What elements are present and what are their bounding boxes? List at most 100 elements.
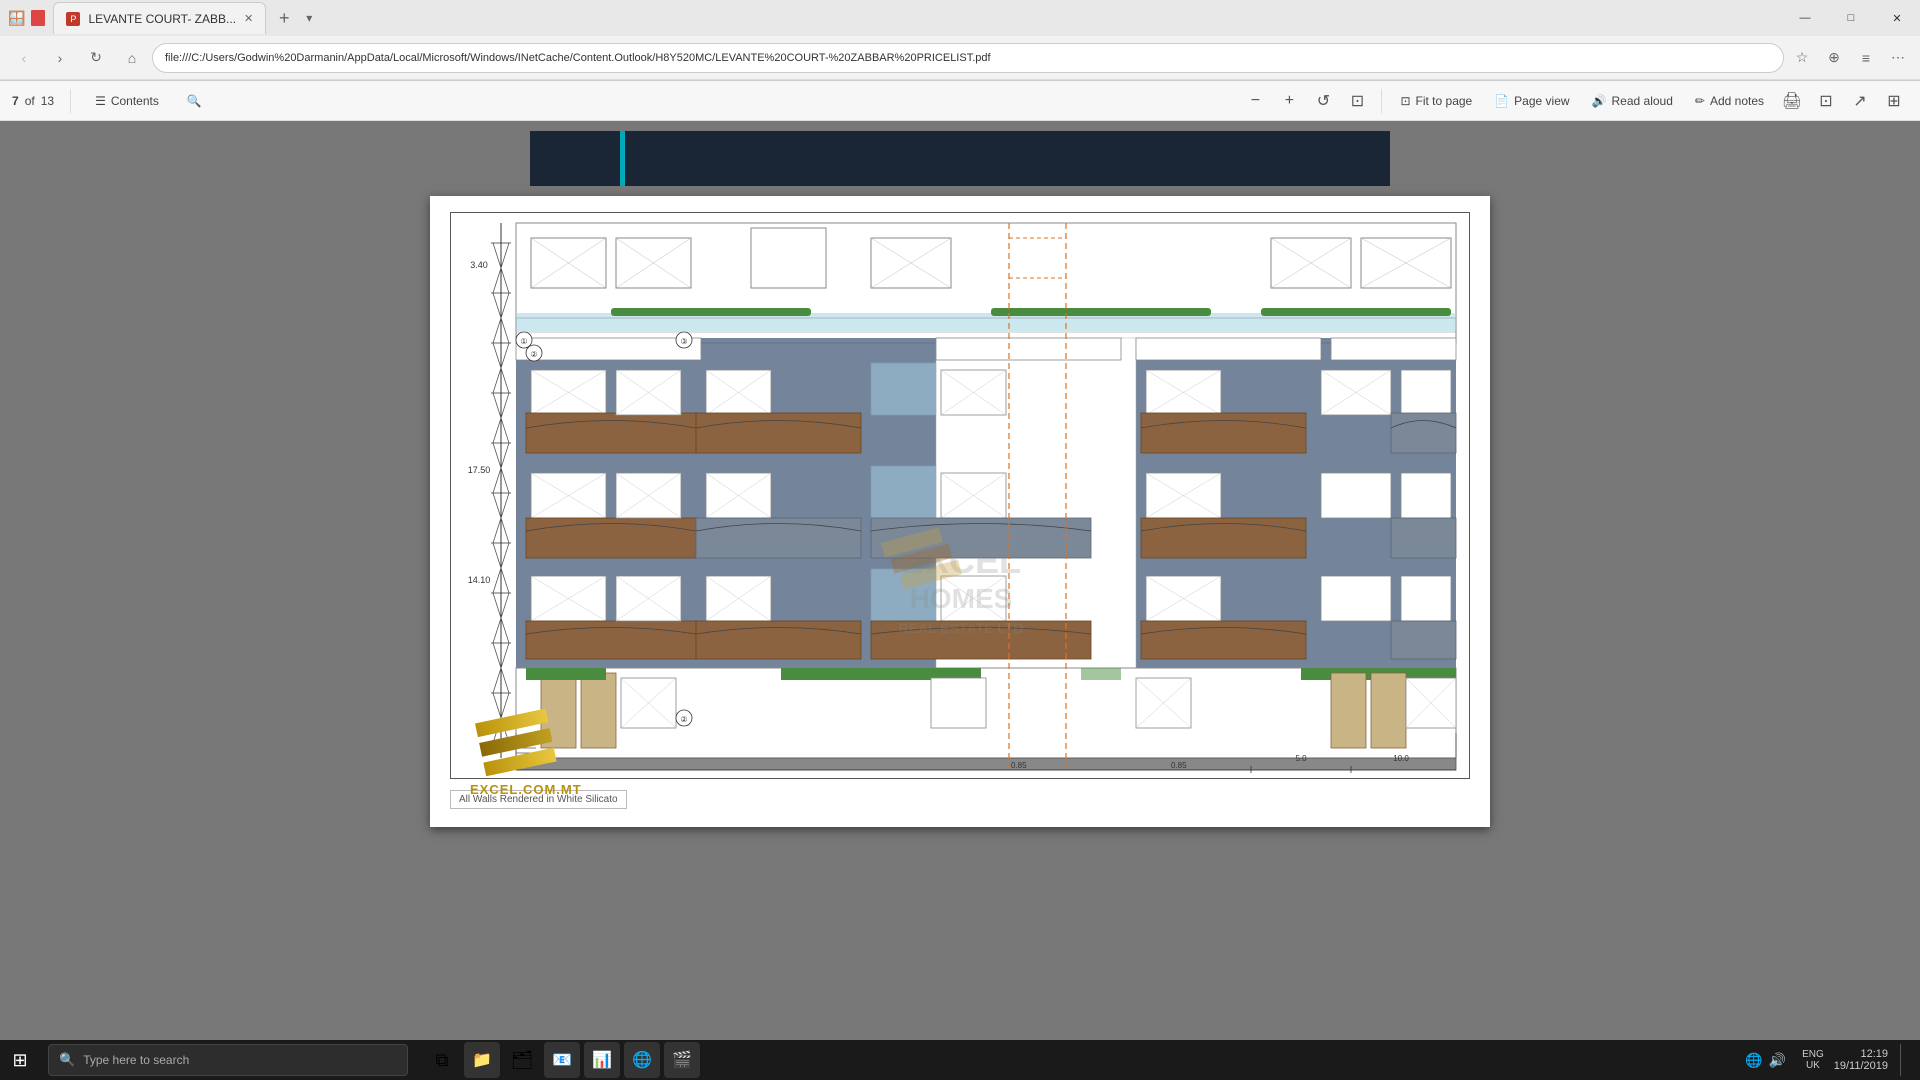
contents-icon: ☰ (95, 94, 106, 108)
address-text: file:///C:/Users/Godwin%20Darmanin/AppDa… (165, 52, 1771, 64)
minimize-btn[interactable]: — (1782, 0, 1828, 36)
language-label: ENG (1802, 1049, 1824, 1060)
clock-date: 19/11/2019 (1834, 1060, 1888, 1072)
media-btn[interactable]: 🎬 (664, 1042, 700, 1078)
volume-icon[interactable]: 🔊 (1769, 1052, 1786, 1069)
svg-text:②: ② (530, 350, 537, 359)
clock-time: 12:19 (1860, 1048, 1888, 1060)
refresh-btn[interactable]: ↻ (80, 42, 112, 74)
outlook-btn[interactable]: 📧 (544, 1042, 580, 1078)
collections-btn[interactable]: ≡ (1852, 44, 1880, 72)
taskmgr-btn[interactable]: 🗂 (504, 1042, 540, 1078)
fit-label: Fit to page (1416, 94, 1473, 108)
page-current: 7 (12, 94, 19, 108)
page-of: of (25, 94, 35, 108)
svg-text:0.85: 0.85 (1011, 761, 1027, 770)
add-notes-btn[interactable]: ✏ Add notes (1687, 90, 1772, 112)
readaloud-label: Read aloud (1612, 94, 1673, 108)
taskbar: ⊞ 🔍 Type here to search ⧉ 📁 🗂 📧 📊 🌐 🎬 🌐 … (0, 1040, 1920, 1080)
svg-text:3.40: 3.40 (470, 260, 488, 270)
page-info: 7 of 13 (12, 94, 54, 108)
header-accent-bar (620, 131, 625, 186)
window-icon: 🪟 (8, 10, 25, 27)
elevation-drawing: 3.40 17.50 14.10 (450, 212, 1470, 779)
more-btn[interactable]: ⊡ (1812, 87, 1840, 115)
pdf-content-area[interactable]: 3.40 17.50 14.10 (0, 121, 1920, 1041)
search-placeholder: Type here to search (83, 1053, 189, 1067)
contents-btn[interactable]: ☰ Contents (87, 90, 167, 112)
forward-btn[interactable]: › (44, 42, 76, 74)
maximize-btn[interactable]: □ (1828, 0, 1874, 36)
tab-close-btn[interactable]: ✕ (244, 12, 253, 25)
search-icon: 🔍 (59, 1052, 75, 1068)
active-tab[interactable]: P LEVANTE COURT- ZABB... ✕ (53, 2, 266, 34)
clock: 12:19 19/11/2019 (1834, 1048, 1888, 1072)
language-region: ENG UK (1802, 1049, 1824, 1071)
svg-text:③: ③ (680, 337, 687, 346)
svg-text:②: ② (680, 715, 687, 724)
tab-dropdown-btn[interactable]: ▾ (306, 11, 312, 25)
excel-btn[interactable]: 📊 (584, 1042, 620, 1078)
search-pdf-btn[interactable]: 🔍 (179, 90, 210, 112)
print-btn[interactable]: 🖨 (1778, 87, 1806, 115)
rotate-btn[interactable]: ↺ (1309, 87, 1337, 115)
contents-label: Contents (111, 94, 159, 108)
home-btn[interactable]: ⌂ (116, 42, 148, 74)
sys-tray: 🌐 🔊 (1745, 1052, 1786, 1069)
browser-chrome: 🪟 P LEVANTE COURT- ZABB... ✕ + ▾ — □ ✕ ‹… (0, 0, 1920, 81)
back-btn[interactable]: ‹ (8, 42, 40, 74)
logo-graphic (470, 708, 550, 778)
notes-icon: ✏ (1695, 94, 1705, 108)
svg-text:5.0: 5.0 (1295, 754, 1307, 763)
fit-icon: ⊡ (1400, 94, 1410, 108)
nav-bar: ‹ › ↻ ⌂ file:///C:/Users/Godwin%20Darman… (0, 36, 1920, 80)
network-icon[interactable]: 🌐 (1745, 1052, 1762, 1069)
pdf-header-strip (530, 131, 1390, 186)
taskbar-search-box[interactable]: 🔍 Type here to search (48, 1044, 408, 1076)
pageview-label: Page view (1514, 94, 1569, 108)
fit-to-page-btn[interactable]: ⊡ Fit to page (1392, 90, 1480, 112)
page-total: 13 (41, 94, 54, 108)
svg-text:REAL ESTATE LTD: REAL ESTATE LTD (899, 620, 1024, 636)
brand-name: EXCEL.COM.MT (470, 782, 582, 797)
divider-2 (1381, 89, 1382, 113)
pdf-page: 3.40 17.50 14.10 (430, 196, 1490, 827)
zoom-controls: − + ↺ ⊡ ⊡ Fit to page 📄 Page view 🔊 Read… (1241, 87, 1908, 115)
page-view-btn[interactable]: 📄 Page view (1486, 90, 1577, 112)
window-doc-icon (31, 10, 45, 26)
favorites-btn[interactable]: ☆ (1788, 44, 1816, 72)
svg-text:17.50: 17.50 (468, 465, 491, 475)
taskbar-apps: ⧉ 📁 🗂 📧 📊 🌐 🎬 (416, 1042, 708, 1078)
close-btn[interactable]: ✕ (1874, 0, 1920, 36)
taskview-btn[interactable]: ⧉ (424, 1042, 460, 1078)
svg-text:0.85: 0.85 (1171, 761, 1187, 770)
start-button[interactable]: ⊞ (0, 1040, 40, 1080)
address-bar[interactable]: file:///C:/Users/Godwin%20Darmanin/AppDa… (152, 43, 1784, 73)
excel-brand-logo: EXCEL.COM.MT (470, 708, 582, 797)
settings-btn[interactable]: ⋯ (1884, 44, 1912, 72)
share-btn[interactable]: ↗ (1846, 87, 1874, 115)
fileexplorer-btn[interactable]: 📁 (464, 1042, 500, 1078)
fit-icon-btn[interactable]: ⊡ (1343, 87, 1371, 115)
tab-bar: 🪟 P LEVANTE COURT- ZABB... ✕ + ▾ — □ ✕ (0, 0, 1920, 36)
svg-text:14.10: 14.10 (468, 575, 491, 585)
taskbar-right: 🌐 🔊 ENG UK 12:19 19/11/2019 (1745, 1044, 1920, 1076)
readaloud-icon: 🔊 (1592, 94, 1607, 108)
clock-area: ENG UK 12:19 19/11/2019 (1802, 1048, 1888, 1072)
expand-btn[interactable]: ⊞ (1880, 87, 1908, 115)
notes-label: Add notes (1710, 94, 1764, 108)
zoom-out-btn[interactable]: − (1241, 87, 1269, 115)
extensions-btn[interactable]: ⊕ (1820, 44, 1848, 72)
chrome-btn[interactable]: 🌐 (624, 1042, 660, 1078)
search-icon: 🔍 (187, 94, 202, 108)
read-aloud-btn[interactable]: 🔊 Read aloud (1584, 90, 1681, 112)
svg-text:HOMES: HOMES (910, 583, 1013, 614)
new-tab-btn[interactable]: + (270, 4, 298, 32)
tab-pdf-icon: P (66, 12, 80, 26)
show-desktop-btn[interactable] (1900, 1044, 1904, 1076)
svg-text:10.0: 10.0 (1393, 754, 1409, 763)
pdf-toolbar: 7 of 13 ☰ Contents 🔍 − + ↺ ⊡ ⊡ Fit to pa… (0, 81, 1920, 121)
zoom-in-btn[interactable]: + (1275, 87, 1303, 115)
tab-title: LEVANTE COURT- ZABB... (88, 12, 236, 26)
svg-text:①: ① (520, 337, 527, 346)
